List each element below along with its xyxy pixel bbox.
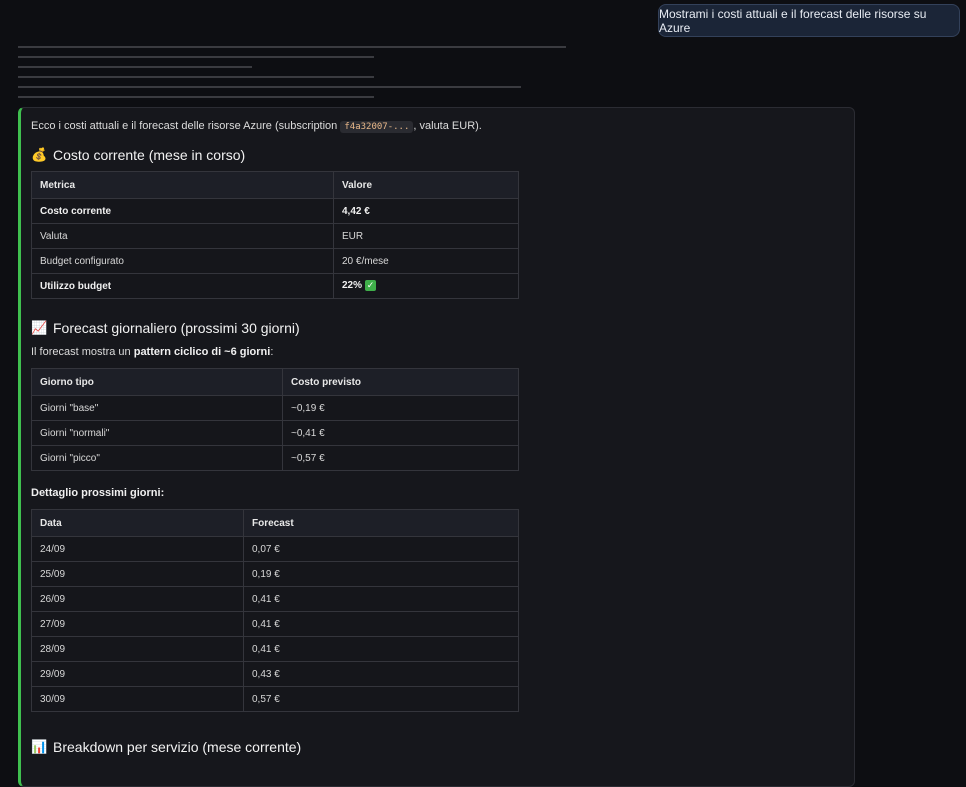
section-heading-current-cost: 💰 Costo corrente (mese in corso) xyxy=(31,147,245,163)
table-row: 29/09 0,43 € xyxy=(31,661,519,687)
column-header: Data xyxy=(31,509,244,537)
para-text: : xyxy=(270,346,274,358)
section-heading-breakdown: 📊 Breakdown per servizio (mese corrente) xyxy=(31,739,301,755)
para-text: Il forecast mostra un xyxy=(31,346,134,358)
current-cost-table: Metrica Valore Costo corrente 4,42 € Val… xyxy=(31,171,519,299)
intro-before: Ecco i costi attuali e il forecast delle… xyxy=(31,120,341,132)
table-cell: ~0,19 € xyxy=(282,395,519,421)
chart-increasing-icon: 📈 xyxy=(31,320,48,335)
table-cell: 0,07 € xyxy=(243,536,519,562)
table-row: Giorni "normali" ~0,41 € xyxy=(31,420,519,446)
user-message-bubble: Mostrami i costi attuali e il forecast d… xyxy=(658,4,960,37)
table-cell: Giorni "base" xyxy=(31,395,283,421)
money-bag-icon: 💰 xyxy=(31,147,48,162)
table-row: 24/09 0,07 € xyxy=(31,536,519,562)
table-row: 30/09 0,57 € xyxy=(31,686,519,712)
table-cell: 0,41 € xyxy=(243,636,519,662)
forecast-detail-table: Data Forecast 24/09 0,07 € 25/09 0,19 € … xyxy=(31,509,519,712)
column-header: Costo previsto xyxy=(282,368,519,396)
table-cell: 0,41 € xyxy=(243,611,519,637)
table-cell: ~0,41 € xyxy=(282,420,519,446)
check-icon: ✓ xyxy=(365,280,377,292)
table-row: 25/09 0,19 € xyxy=(31,561,519,587)
table-row: Budget configurato 20 €/mese xyxy=(31,248,519,274)
table-cell: Utilizzo budget xyxy=(31,273,334,299)
table-cell: 20 €/mese xyxy=(333,248,519,274)
table-cell: Budget configurato xyxy=(31,248,334,274)
table-cell: 28/09 xyxy=(31,636,244,662)
section-title: Breakdown per servizio (mese corrente) xyxy=(53,739,302,755)
table-header-row: Data Forecast xyxy=(31,509,519,537)
placeholder-line xyxy=(18,86,521,88)
table-row: 28/09 0,41 € xyxy=(31,636,519,662)
table-cell: 29/09 xyxy=(31,661,244,687)
table-cell: Giorni "picco" xyxy=(31,445,283,471)
user-message-text: Mostrami i costi attuali e il forecast d… xyxy=(659,6,927,35)
subscription-code: f4a32007-... xyxy=(340,121,414,133)
column-header: Metrica xyxy=(31,171,334,199)
bar-chart-icon: 📊 xyxy=(31,739,48,754)
placeholder-line xyxy=(18,56,374,58)
detail-heading: Dettaglio prossimi giorni: xyxy=(31,487,165,499)
para-bold-text: pattern ciclico di ~6 giorni xyxy=(133,346,271,358)
assistant-response-card: Ecco i costi attuali e il forecast delle… xyxy=(18,107,855,787)
table-cell: EUR xyxy=(333,223,519,249)
table-row: Costo corrente 4,42 € xyxy=(31,198,519,224)
table-cell: 0,41 € xyxy=(243,586,519,612)
table-cell: 24/09 xyxy=(31,536,244,562)
table-cell: 0,57 € xyxy=(243,686,519,712)
column-header: Giorno tipo xyxy=(31,368,283,396)
table-cell: ~0,57 € xyxy=(282,445,519,471)
intro-after: , valuta EUR). xyxy=(413,120,482,132)
table-cell: Giorni "normali" xyxy=(31,420,283,446)
table-cell: 0,43 € xyxy=(243,661,519,687)
table-cell: 30/09 xyxy=(31,686,244,712)
forecast-type-table: Giorno tipo Costo previsto Giorni "base"… xyxy=(31,368,519,471)
section-title: Costo corrente (mese in corso) xyxy=(53,147,246,163)
table-cell: Valuta xyxy=(31,223,334,249)
budget-usage-value: 22% xyxy=(342,280,363,292)
table-header-row: Giorno tipo Costo previsto xyxy=(31,368,519,396)
table-cell: 22% ✓ xyxy=(333,273,519,299)
intro-text: Ecco i costi attuali e il forecast delle… xyxy=(31,120,482,133)
forecast-description: Il forecast mostra un pattern ciclico di… xyxy=(31,346,273,358)
table-row: Giorni "base" ~0,19 € xyxy=(31,395,519,421)
table-cell: 26/09 xyxy=(31,586,244,612)
placeholder-line xyxy=(18,96,374,98)
section-title: Forecast giornaliero (prossimi 30 giorni… xyxy=(53,320,300,336)
table-row: 27/09 0,41 € xyxy=(31,611,519,637)
column-header: Valore xyxy=(333,171,519,199)
table-row: Valuta EUR xyxy=(31,223,519,249)
table-row: Giorni "picco" ~0,57 € xyxy=(31,445,519,471)
placeholder-line xyxy=(18,46,566,48)
column-header: Forecast xyxy=(243,509,519,537)
table-header-row: Metrica Valore xyxy=(31,171,519,199)
table-cell: 27/09 xyxy=(31,611,244,637)
placeholder-line xyxy=(18,66,252,68)
section-heading-forecast: 📈 Forecast giornaliero (prossimi 30 gior… xyxy=(31,320,300,336)
table-cell: Costo corrente xyxy=(31,198,334,224)
table-row: 26/09 0,41 € xyxy=(31,586,519,612)
table-cell: 0,19 € xyxy=(243,561,519,587)
table-cell: 25/09 xyxy=(31,561,244,587)
table-row: Utilizzo budget 22% ✓ xyxy=(31,273,519,299)
placeholder-line xyxy=(18,76,374,78)
table-cell: 4,42 € xyxy=(333,198,519,224)
